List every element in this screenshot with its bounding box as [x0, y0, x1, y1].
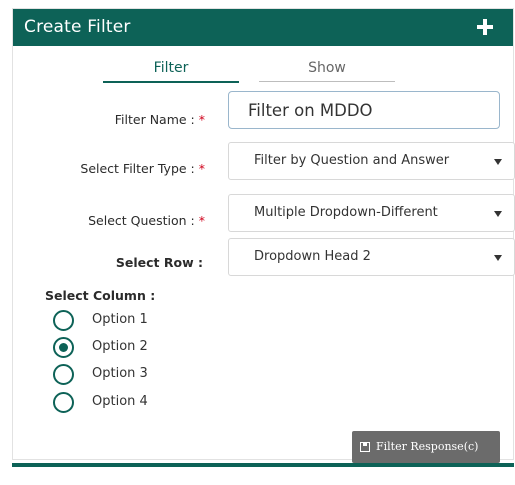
required-marker: *: [198, 112, 205, 127]
filter-type-value: Filter by Question and Answer: [254, 153, 450, 168]
radio-label: Option 2: [92, 339, 148, 354]
radio-button[interactable]: [53, 392, 74, 413]
radio-button[interactable]: [53, 364, 74, 385]
question-value: Multiple Dropdown-Different: [254, 205, 438, 220]
filter-type-label: Select Filter Type : *: [80, 161, 205, 176]
bottom-bar: [12, 463, 514, 467]
required-marker: *: [198, 213, 205, 228]
row-label-text: Select Row :: [115, 255, 203, 270]
filter-response-button[interactable]: Filter Response(c): [352, 431, 500, 463]
required-marker: *: [198, 161, 205, 176]
radio-button-checked[interactable]: [53, 337, 74, 358]
question-label-text: Select Question :: [88, 213, 195, 228]
filter-response-label: Filter Response(c): [376, 440, 479, 453]
question-label: Select Question : *: [88, 213, 205, 228]
tab-filter[interactable]: Filter: [103, 58, 239, 83]
row-select[interactable]: Dropdown Head 2: [228, 238, 515, 276]
question-select[interactable]: Multiple Dropdown-Different: [228, 194, 515, 232]
filter-name-label: Filter Name : *: [115, 112, 205, 127]
filter-type-select[interactable]: Filter by Question and Answer: [228, 142, 515, 180]
radio-label: Option 1: [92, 312, 148, 327]
caret-down-icon: [494, 255, 502, 261]
filter-name-label-text: Filter Name :: [114, 112, 195, 127]
save-icon: [360, 442, 370, 452]
plus-icon[interactable]: [474, 16, 496, 38]
panel-header: Create Filter: [13, 9, 513, 46]
panel-title: Create Filter: [24, 17, 131, 37]
create-filter-panel: Create Filter Filter Show Filter Name : …: [12, 8, 515, 460]
caret-down-icon: [494, 211, 502, 217]
filter-type-label-text: Select Filter Type :: [80, 161, 195, 176]
row-value: Dropdown Head 2: [254, 249, 371, 264]
filter-name-input[interactable]: [228, 91, 500, 129]
row-label: Select Row :: [116, 255, 203, 270]
column-label: Select Column :: [45, 288, 156, 303]
caret-down-icon: [494, 159, 502, 165]
radio-button[interactable]: [53, 310, 74, 331]
radio-label: Option 4: [92, 394, 148, 409]
tab-show[interactable]: Show: [259, 58, 395, 82]
radio-label: Option 3: [92, 366, 148, 381]
